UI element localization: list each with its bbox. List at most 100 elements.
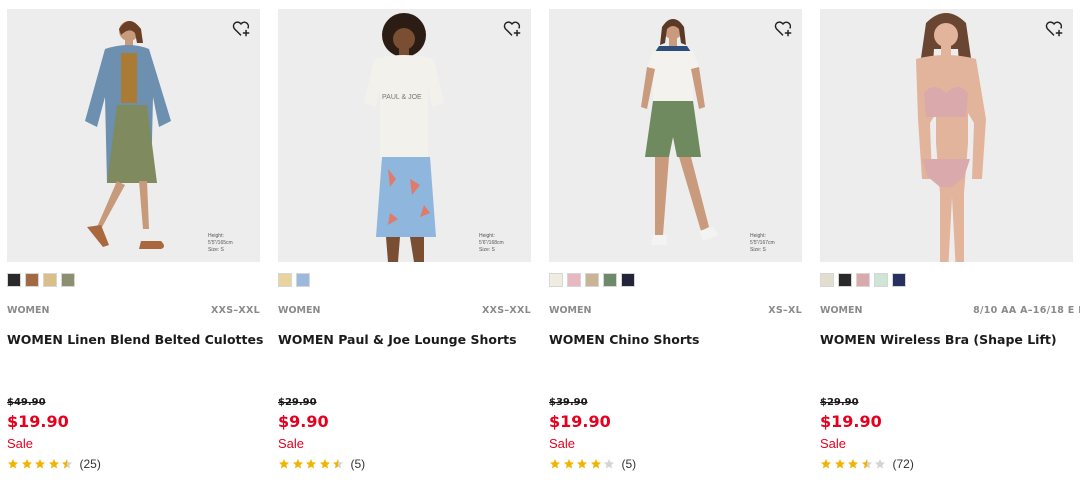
star-icon [306,459,316,469]
photo-caption: Height: 5'5"/167cm Size: S [750,233,775,253]
star-icon [550,459,560,469]
star-icon [21,459,32,469]
original-price: $29.90 [820,397,859,408]
product-card[interactable]: WOMEN 8/10 AA A–16/18 E F WOMEN Wireless… [820,9,1080,479]
size-range: XXS–XXL [210,305,260,316]
color-swatch[interactable] [25,273,39,287]
product-name[interactable]: WOMEN Paul & Joe Lounge Shorts [278,332,531,347]
gender-label: WOMEN [278,305,321,316]
star-rating[interactable]: (25) [7,457,101,471]
stars [820,458,888,470]
star-icon [834,459,845,469]
original-price: $29.90 [278,397,317,408]
sale-label: Sale [7,436,34,451]
color-swatch[interactable] [838,273,852,287]
gender-label: WOMEN [7,305,50,316]
star-icon [8,459,18,469]
size-range: XXS–XXL [481,305,531,316]
star-rating[interactable]: (72) [820,457,914,471]
product-image[interactable]: PAUL & JOE Height: 5'6"/168cm Size: S [278,9,531,262]
star-icon [62,459,72,469]
heart-plus-icon[interactable] [230,17,252,39]
product-name[interactable]: WOMEN Wireless Bra (Shape Lift) [820,332,1073,347]
heart-plus-icon[interactable] [772,17,794,39]
sale-price: $19.90 [549,412,611,431]
sale-price: $19.90 [7,412,69,431]
model-figure [641,19,719,245]
sale-price: $9.90 [278,412,329,431]
star-icon [279,459,289,469]
color-swatches [7,273,75,287]
color-swatch[interactable] [856,273,870,287]
sale-label: Sale [278,436,305,451]
product-image[interactable] [820,9,1073,262]
sale-price: $19.90 [820,412,882,431]
color-swatches [278,273,310,287]
color-swatch[interactable] [43,273,57,287]
size-range: XS–XL [768,305,802,316]
review-count: (25) [79,457,101,471]
star-rating[interactable]: (5) [278,457,365,471]
star-icon [848,459,858,469]
product-image[interactable]: Height: 5'5"/167cm Size: S [549,9,802,262]
star-icon [48,459,59,469]
color-swatches [820,273,906,287]
original-price: $49.90 [7,397,46,408]
gender-label: WOMEN [549,305,592,316]
product-name[interactable]: WOMEN Linen Blend Belted Culottes [7,332,263,347]
color-swatch[interactable] [278,273,292,287]
stars [278,458,346,470]
model-figure [85,21,171,249]
star-rating[interactable]: (5) [549,457,636,471]
product-meta: WOMEN XS–XL [549,305,802,317]
star-icon [875,459,885,469]
color-swatch[interactable] [296,273,310,287]
heart-plus-icon[interactable] [501,17,523,39]
sale-label: Sale [820,436,847,451]
color-swatch[interactable] [892,273,906,287]
model-figure: PAUL & JOE [364,13,444,262]
svg-text:PAUL & JOE: PAUL & JOE [382,94,422,101]
star-icon [590,459,601,469]
product-image[interactable]: Height: 5'5"/165cm Size: S [7,9,260,262]
heart-plus-icon[interactable] [1043,17,1065,39]
original-price: $39.90 [549,397,588,408]
star-icon [319,459,330,469]
photo-caption: Height: 5'5"/165cm Size: S [208,233,233,253]
star-icon [563,459,574,469]
star-icon [577,459,587,469]
color-swatch[interactable] [567,273,581,287]
stars [549,458,617,470]
star-icon [292,459,303,469]
star-icon [604,459,614,469]
gender-label: WOMEN [820,305,863,316]
review-count: (5) [621,457,637,471]
color-swatch[interactable] [820,273,834,287]
product-card[interactable]: Height: 5'5"/167cm Size: S WOMEN XS–XL W… [549,9,802,479]
product-card[interactable]: PAUL & JOE Height: 5'6"/168cm Size: S WO… [278,9,531,479]
color-swatch[interactable] [7,273,21,287]
size-range: 8/10 AA A–16/18 E F [973,305,1080,316]
color-swatch[interactable] [585,273,599,287]
product-meta: WOMEN XXS–XXL [278,305,531,317]
color-swatch[interactable] [621,273,635,287]
product-card[interactable]: Height: 5'5"/165cm Size: S WOMEN XXS–XXL… [7,9,263,479]
color-swatch[interactable] [874,273,888,287]
star-icon [861,459,872,469]
review-count: (5) [350,457,366,471]
product-meta: WOMEN XXS–XXL [7,305,260,317]
sale-label: Sale [549,436,576,451]
color-swatch[interactable] [61,273,75,287]
model-figure [916,13,986,262]
review-count: (72) [892,457,914,471]
star-icon [35,459,45,469]
photo-caption: Height: 5'6"/168cm Size: S [479,233,504,253]
color-swatch[interactable] [549,273,563,287]
color-swatch[interactable] [603,273,617,287]
product-meta: WOMEN 8/10 AA A–16/18 E F [820,305,1080,317]
color-swatches [549,273,635,287]
product-name[interactable]: WOMEN Chino Shorts [549,332,802,347]
stars [7,458,75,470]
star-icon [333,459,343,469]
star-icon [821,459,831,469]
